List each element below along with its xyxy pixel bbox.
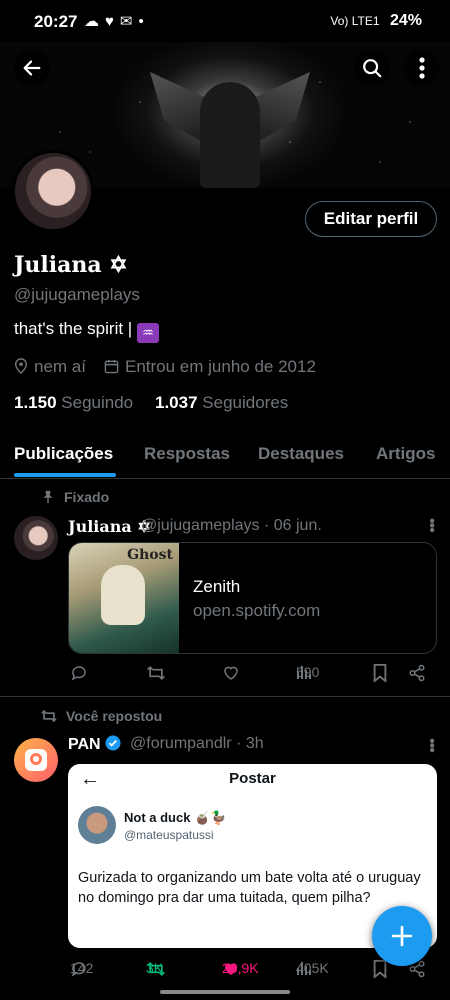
reply-count: 142	[70, 960, 94, 976]
bookmark-icon	[373, 664, 387, 682]
embed-text: Gurizada to organizando um bate volta at…	[78, 870, 421, 906]
back-button[interactable]	[14, 50, 50, 86]
search-button[interactable]	[354, 50, 390, 86]
views-count: 405K	[296, 960, 329, 976]
search-icon	[363, 59, 382, 78]
album-cover-image: Ghost	[69, 543, 179, 653]
tab-publicacoes[interactable]: Publicações	[14, 444, 113, 464]
arrow-left-icon	[23, 60, 41, 76]
location-pin-icon	[14, 358, 28, 375]
status-time: 20:27	[34, 12, 78, 31]
profile-name: Juliana ✡	[14, 252, 128, 278]
album-logo: Ghost	[127, 547, 173, 563]
following-link[interactable]: 1.150 Seguindo	[14, 393, 133, 413]
card-url: open.spotify.com	[193, 601, 321, 620]
embed-header: Postar	[229, 770, 276, 787]
bookmark-button[interactable]	[372, 664, 388, 682]
compose-button[interactable]	[372, 906, 432, 966]
location-text: nem aí	[34, 357, 86, 376]
profile-avatar[interactable]	[12, 150, 94, 232]
embed-author-avatar	[78, 806, 116, 844]
pin-icon	[43, 490, 53, 504]
tabs-divider	[0, 478, 450, 479]
reply-button[interactable]	[70, 664, 88, 682]
like-count: 20,9K	[222, 960, 259, 976]
reply-icon	[71, 666, 86, 681]
bio-text: that's the spirit |	[14, 319, 133, 338]
profile-name-text: Juliana	[14, 252, 102, 278]
status-bar: 20:27 ☁♥✉• Vo) LTE1 24%	[0, 0, 450, 42]
pinned-more-button[interactable]: •••	[422, 518, 440, 532]
join-date-text: Entrou em junho de 2012	[125, 357, 316, 376]
pinned-actions: 590	[68, 664, 438, 688]
status-right: Vo) LTE1 24%	[330, 12, 422, 30]
notification-icons: ☁♥✉•	[84, 13, 150, 30]
repost-button[interactable]: 3K	[146, 960, 166, 978]
pinned-handle-date: @jujugameplays · 06 jun.	[141, 517, 322, 534]
tweet-divider	[0, 696, 450, 697]
network-indicator: Vo) LTE1	[330, 14, 380, 28]
repost-indicator: Você repostou	[40, 708, 162, 724]
repost-author-name: PAN	[68, 736, 101, 753]
tab-artigos[interactable]: Artigos	[376, 444, 436, 464]
repost-icon	[147, 665, 165, 681]
pentagram-emoji: ✡	[109, 252, 128, 278]
location: nem aí	[14, 357, 86, 377]
followers-count: 1.037	[155, 393, 198, 412]
repost-count: 3K	[146, 960, 164, 976]
repost-button[interactable]	[146, 664, 166, 682]
bookmark-icon	[373, 960, 387, 978]
bookmark-button[interactable]	[372, 960, 388, 978]
embed-author-handle: @mateuspatussi	[124, 828, 214, 842]
followers-label: Seguidores	[202, 393, 289, 412]
like-button[interactable]: 20,9K	[222, 960, 259, 978]
repost-author[interactable]: PAN	[68, 735, 121, 754]
battery-level: 24%	[389, 12, 422, 29]
followers-link[interactable]: 1.037 Seguidores	[155, 393, 288, 413]
embed-author-name: Not a duck	[124, 810, 191, 825]
repost-text: Você repostou	[66, 708, 163, 724]
heart-icon	[224, 666, 238, 680]
home-indicator[interactable]	[160, 990, 290, 994]
pinned-views-count: 590	[296, 664, 320, 680]
pinned-author-name: Juliana	[68, 517, 132, 536]
edit-profile-button[interactable]: Editar perfil	[305, 201, 437, 237]
plus-icon	[391, 925, 413, 947]
pinned-label: Fixado	[42, 489, 109, 505]
pan-avatar[interactable]	[14, 738, 58, 782]
spotify-link-card[interactable]: Ghost Zenith open.spotify.com	[68, 542, 437, 654]
more-vertical-icon	[419, 57, 425, 79]
repost-more-button[interactable]: •••	[422, 738, 440, 752]
pinned-author[interactable]: Juliana ✡	[68, 517, 151, 536]
tab-destaques[interactable]: Destaques	[258, 444, 344, 464]
embed-author: Not a duck 🧉🦆	[124, 810, 226, 826]
pinned-text: Fixado	[64, 489, 110, 505]
tab-respostas[interactable]: Respostas	[144, 444, 230, 464]
following-count: 1.150	[14, 393, 57, 412]
share-icon	[409, 664, 425, 682]
aquarius-emoji: ♒	[136, 323, 159, 343]
repost-handle-time: @forumpandlr · 3h	[130, 735, 264, 752]
profile-bio: that's the spirit | ♒	[14, 319, 159, 343]
like-button[interactable]	[222, 664, 240, 682]
share-button[interactable]	[408, 664, 426, 682]
views-button[interactable]: 590	[296, 664, 319, 680]
reply-button[interactable]: 142	[70, 960, 93, 978]
views-button[interactable]: 405K	[296, 960, 329, 976]
embed-author-emoji: 🧉🦆	[194, 810, 227, 825]
join-date: Entrou em junho de 2012	[104, 357, 316, 377]
card-title: Zenith	[193, 577, 241, 596]
following-label: Seguindo	[61, 393, 134, 412]
more-options-button[interactable]	[404, 50, 440, 86]
active-tab-indicator	[14, 473, 116, 477]
calendar-icon	[104, 359, 119, 374]
repost-icon	[41, 709, 57, 723]
verified-badge-icon	[105, 735, 121, 751]
pinned-avatar[interactable]	[14, 516, 58, 560]
profile-handle: @jujugameplays	[14, 285, 140, 304]
repost-actions: 142 3K 20,9K 405K	[70, 960, 440, 984]
